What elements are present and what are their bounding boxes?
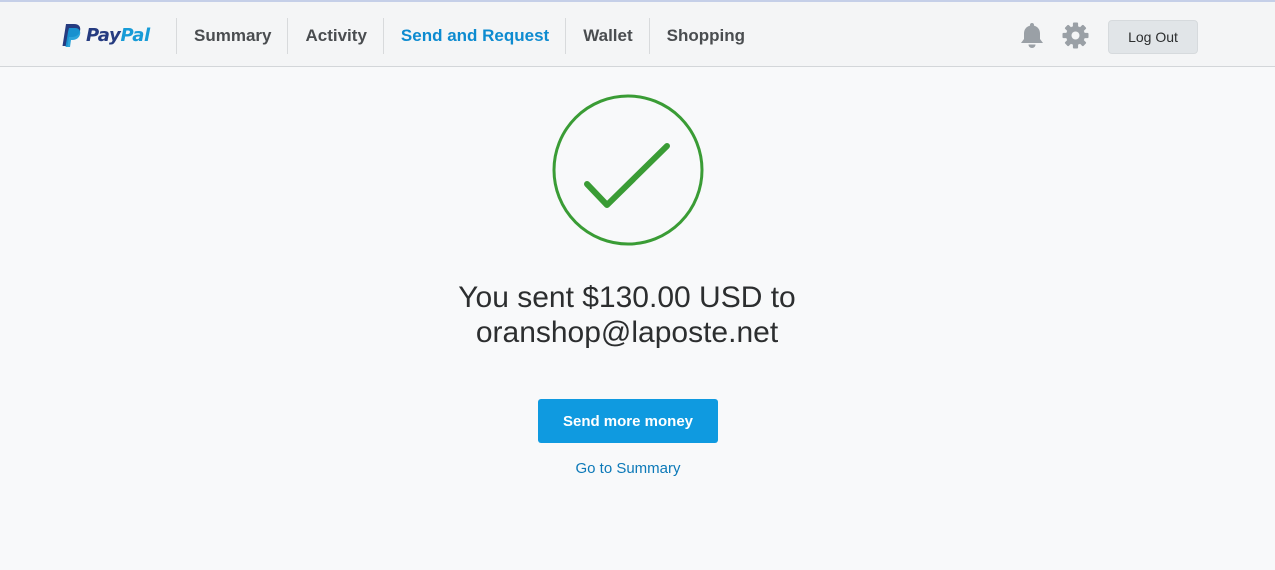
nav-summary[interactable]: Summary (176, 18, 287, 54)
top-navigation-bar: PayPal Summary Activity Send and Request… (0, 2, 1275, 67)
go-to-summary-link[interactable]: Go to Summary (528, 460, 728, 477)
nav-send-and-request[interactable]: Send and Request (382, 18, 565, 54)
logo-pal-text: Pal (120, 24, 150, 46)
bell-icon[interactable] (1019, 21, 1045, 49)
main-nav: Summary Activity Send and Request Wallet… (176, 18, 761, 54)
gear-icon[interactable] (1062, 22, 1089, 49)
paypal-logo[interactable]: PayPal (60, 20, 150, 50)
confirmation-message: You sent $130.00 USD to oranshop@laposte… (337, 280, 917, 350)
nav-wallet[interactable]: Wallet (565, 18, 648, 54)
logo-pay-text: Pay (86, 24, 121, 46)
nav-activity[interactable]: Activity (287, 18, 382, 54)
logout-button[interactable]: Log Out (1108, 20, 1198, 54)
confirmation-line-amount: You sent $130.00 USD to (458, 281, 796, 314)
confirmation-line-recipient: oranshop@laposte.net (475, 316, 779, 349)
paypal-p-icon (62, 24, 81, 47)
send-more-money-button[interactable]: Send more money (538, 399, 718, 443)
nav-shopping[interactable]: Shopping (648, 18, 761, 54)
checkmark-circle-icon (552, 94, 704, 246)
